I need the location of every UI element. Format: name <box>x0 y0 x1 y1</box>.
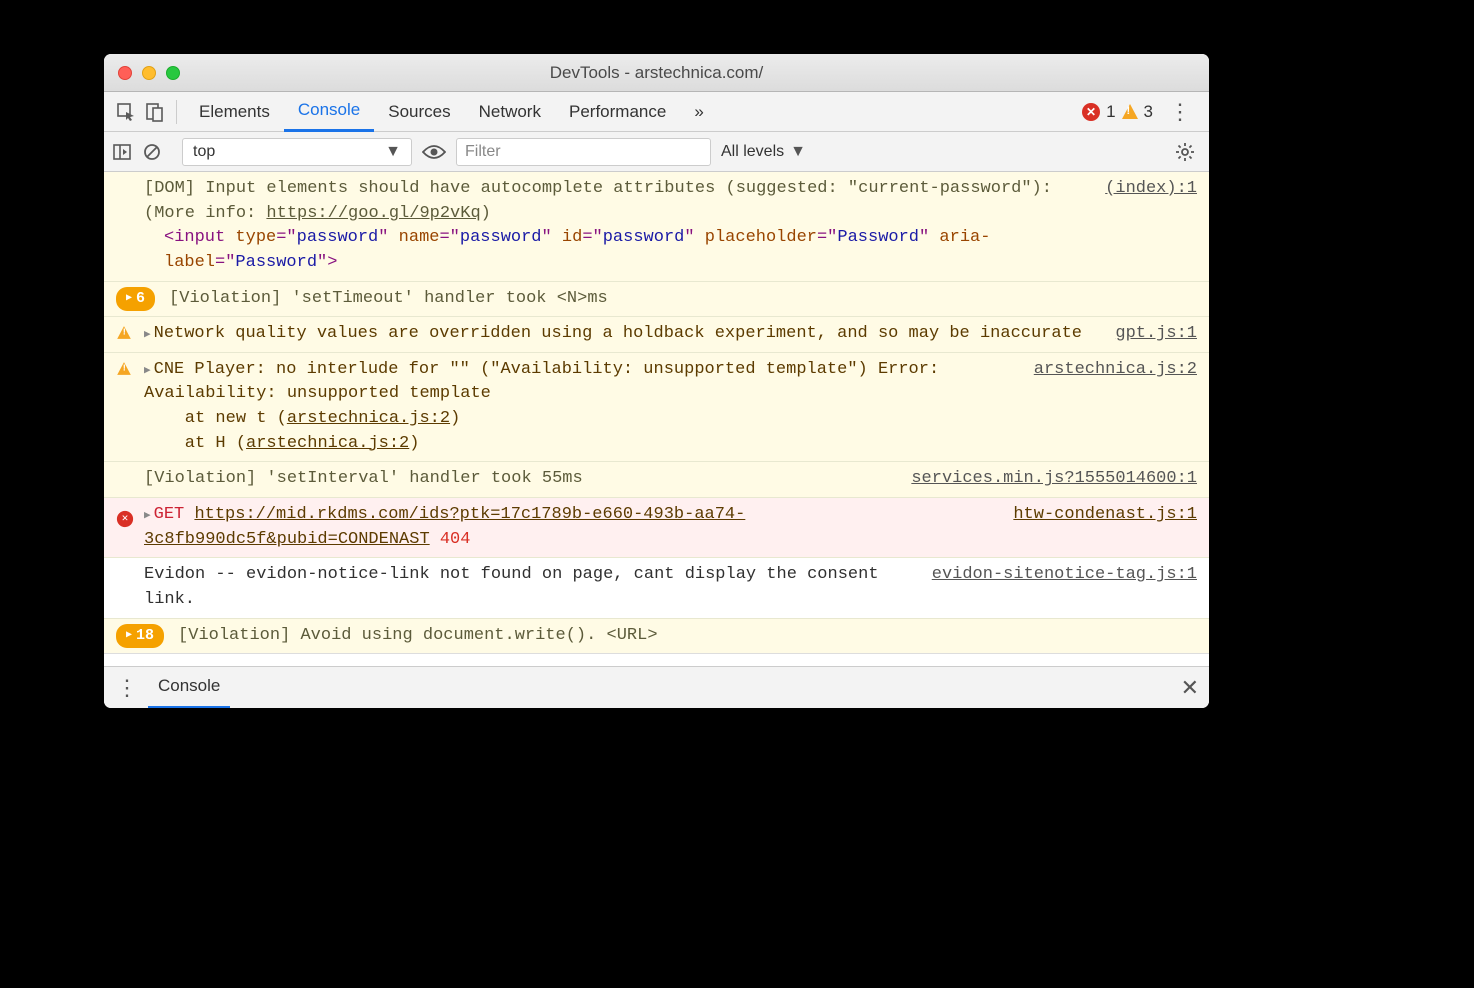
filter-placeholder: Filter <box>465 143 501 161</box>
disclosure-icon[interactable] <box>144 358 151 383</box>
console-settings-icon[interactable] <box>1175 142 1195 162</box>
repeat-count-pill[interactable]: 6 <box>116 287 155 312</box>
source-link[interactable]: gpt.js:1 <box>1115 322 1197 347</box>
status-code: 404 <box>440 530 471 549</box>
device-toolbar-icon[interactable] <box>140 98 168 126</box>
error-icon: ✕ <box>116 506 134 531</box>
log-row-warning[interactable]: Network quality values are overridden us… <box>104 317 1209 353</box>
tab-more[interactable]: » <box>680 92 717 132</box>
chevron-down-icon: ▼ <box>790 143 806 161</box>
log-row-verbose[interactable]: 6 [Violation] 'setTimeout' handler took … <box>104 282 1209 318</box>
settings-menu-icon[interactable]: ⋮ <box>1169 99 1191 125</box>
log-row-verbose[interactable]: [DOM] Input elements should have autocom… <box>104 172 1209 282</box>
separator <box>176 100 177 124</box>
log-row-verbose[interactable]: [Violation] 'setInterval' handler took 5… <box>104 462 1209 498</box>
tab-sources[interactable]: Sources <box>374 92 464 132</box>
log-text: [Violation] Avoid using document.write()… <box>178 624 1197 649</box>
link[interactable]: arstechnica.js:2 <box>246 434 409 453</box>
tab-console[interactable]: Console <box>284 92 374 132</box>
console-log-area: [DOM] Input elements should have autocom… <box>104 172 1209 666</box>
disclosure-icon[interactable] <box>144 503 151 528</box>
log-text: CNE Player: no interlude for "" ("Availa… <box>144 360 939 404</box>
chevron-down-icon: ▼ <box>385 143 401 161</box>
link[interactable]: arstechnica.js:2 <box>287 409 450 428</box>
inspect-element-icon[interactable] <box>112 98 140 126</box>
tab-performance[interactable]: Performance <box>555 92 680 132</box>
context-value: top <box>193 143 215 161</box>
html-snippet: <input type="password" name="password" i… <box>164 226 1093 275</box>
warning-icon <box>116 361 132 386</box>
devtools-window: DevTools - arstechnica.com/ Elements Con… <box>104 54 1209 708</box>
disclosure-icon[interactable] <box>144 322 151 347</box>
log-text: Network quality values are overridden us… <box>154 324 1082 343</box>
live-expression-icon[interactable] <box>422 143 446 161</box>
warning-icon <box>116 325 132 350</box>
log-row-warning[interactable]: CNE Player: no interlude for "" ("Availa… <box>104 353 1209 463</box>
sidebar-toggle-icon[interactable] <box>112 142 132 162</box>
close-drawer-icon[interactable]: ✕ <box>1181 675 1199 701</box>
error-icon: ✕ <box>1082 103 1100 121</box>
filter-input[interactable]: Filter <box>456 138 711 166</box>
drawer-tab-console[interactable]: Console <box>148 667 230 709</box>
source-link[interactable]: arstechnica.js:2 <box>1034 358 1197 457</box>
warning-icon <box>1122 104 1138 119</box>
log-row-error[interactable]: ✕ GET https://mid.rkdms.com/ids?ptk=17c1… <box>104 498 1209 558</box>
error-count: 1 <box>1106 102 1115 122</box>
tab-elements[interactable]: Elements <box>185 92 284 132</box>
drawer: ⋮ Console ✕ <box>104 666 1209 708</box>
log-text: Evidon -- evidon-notice-link not found o… <box>144 563 932 612</box>
clear-console-icon[interactable] <box>142 142 162 162</box>
window-title: DevTools - arstechnica.com/ <box>104 63 1209 83</box>
console-toolbar: top ▼ Filter All levels ▼ <box>104 132 1209 172</box>
repeat-count-pill[interactable]: 18 <box>116 624 164 649</box>
context-selector[interactable]: top ▼ <box>182 138 412 166</box>
source-link[interactable]: htw-condenast.js:1 <box>1013 503 1197 552</box>
log-text: ) <box>481 204 491 223</box>
log-row-verbose[interactable]: 18 [Violation] Avoid using document.writ… <box>104 619 1209 655</box>
status-counts[interactable]: ✕ 1 3 <box>1082 102 1153 122</box>
panel-tabbar: Elements Console Sources Network Perform… <box>104 92 1209 132</box>
log-text: [Violation] 'setInterval' handler took 5… <box>144 467 911 492</box>
source-link[interactable]: (index):1 <box>1105 177 1197 276</box>
titlebar: DevTools - arstechnica.com/ <box>104 54 1209 92</box>
warning-count: 3 <box>1144 102 1153 122</box>
level-selector[interactable]: All levels ▼ <box>721 143 806 161</box>
log-text: [Violation] 'setTimeout' handler took <N… <box>169 287 1197 312</box>
log-row-info[interactable]: Evidon -- evidon-notice-link not found o… <box>104 558 1209 618</box>
tab-network[interactable]: Network <box>465 92 555 132</box>
source-link[interactable]: services.min.js?1555014600:1 <box>911 467 1197 492</box>
source-link[interactable]: evidon-sitenotice-tag.js:1 <box>932 563 1197 612</box>
drawer-menu-icon[interactable]: ⋮ <box>116 675 138 701</box>
level-value: All levels <box>721 143 784 161</box>
log-text: GET <box>154 505 185 524</box>
spacer <box>104 654 1209 666</box>
link[interactable]: https://goo.gl/9p2vKq <box>266 204 480 223</box>
